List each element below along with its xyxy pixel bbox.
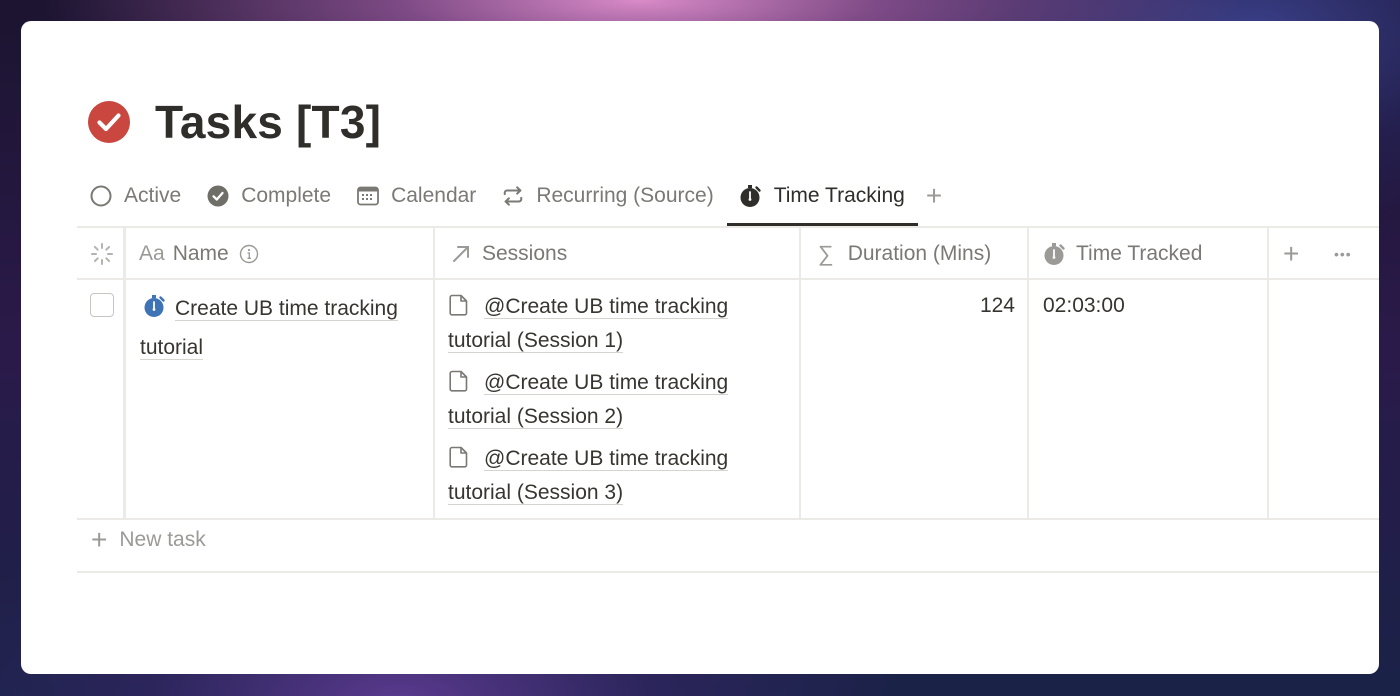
- column-label: Time Tracked: [1076, 241, 1203, 265]
- column-header-sessions[interactable]: Sessions: [450, 228, 567, 279]
- divider: [799, 226, 801, 520]
- more-options-button[interactable]: •••: [1334, 228, 1352, 279]
- tab-label: Recurring (Source): [536, 184, 714, 207]
- circle-outline-icon: [90, 185, 112, 207]
- tab-time-tracking[interactable]: Time Tracking: [726, 173, 918, 226]
- page-icon: [449, 446, 468, 468]
- select-all-toggle[interactable]: [89, 228, 115, 279]
- session-link[interactable]: @Create UB time tracking tutorial (Sessi…: [448, 366, 788, 434]
- sigma-icon: ∑: [818, 240, 834, 266]
- page-title[interactable]: Tasks [T3]: [155, 95, 381, 149]
- calendar-icon: [357, 185, 379, 207]
- divider: [77, 571, 1379, 573]
- session-link[interactable]: @Create UB time tracking tutorial (Sessi…: [448, 290, 788, 358]
- stopwatch-icon: [740, 185, 762, 207]
- loading-spinner-icon: [91, 242, 113, 265]
- view-tabs: Active Complete Calendar Recurring (Sour…: [77, 173, 1379, 226]
- column-header-duration[interactable]: ∑ Duration (Mins): [818, 228, 991, 279]
- new-task-label: New task: [119, 528, 206, 551]
- tab-active[interactable]: Active: [77, 173, 194, 219]
- duration-value[interactable]: 124: [801, 291, 1015, 321]
- database-page: Tasks [T3] Active Complete Calendar Recu…: [21, 21, 1379, 674]
- tab-calendar[interactable]: Calendar: [344, 173, 489, 219]
- divider: [1027, 226, 1029, 520]
- column-header-name[interactable]: Aa Name: [139, 228, 269, 279]
- check-circle-icon: [207, 185, 229, 207]
- repeat-icon: [502, 185, 524, 207]
- divider: [433, 226, 435, 520]
- tab-label: Time Tracking: [773, 184, 905, 207]
- tab-label: Calendar: [391, 184, 477, 207]
- tab-label: Complete: [241, 184, 332, 207]
- session-link-text: @Create UB time tracking tutorial (Sessi…: [448, 295, 729, 353]
- add-view-button[interactable]: +: [918, 173, 950, 219]
- tab-recurring-source[interactable]: Recurring (Source): [489, 173, 726, 219]
- page-header: Tasks [T3]: [87, 95, 381, 149]
- session-link-text: @Create UB time tracking tutorial (Sessi…: [448, 371, 729, 429]
- stopwatch-icon: [1044, 242, 1066, 266]
- column-label: Duration (Mins): [847, 241, 992, 265]
- time-tracked-value[interactable]: 02:03:00: [1043, 291, 1253, 321]
- tab-label: Active: [124, 184, 182, 207]
- new-task-button[interactable]: + New task: [91, 526, 206, 554]
- page-icon: [449, 294, 468, 316]
- table-row-name[interactable]: Create UB time tracking tutorial: [140, 291, 425, 366]
- empty-cell[interactable]: [1269, 280, 1379, 518]
- page-icon: [449, 370, 468, 392]
- session-link-text: @Create UB time tracking tutorial (Sessi…: [448, 447, 729, 505]
- stopwatch-blue-icon: [144, 294, 166, 330]
- divider: [123, 226, 126, 520]
- divider: [77, 518, 1379, 520]
- text-type-icon: Aa: [139, 241, 165, 265]
- task-name-link[interactable]: Create UB time tracking tutorial: [140, 297, 398, 360]
- row-checkbox[interactable]: [90, 293, 114, 317]
- column-header-time-tracked[interactable]: Time Tracked: [1044, 228, 1202, 279]
- column-label: Sessions: [482, 241, 568, 265]
- info-icon[interactable]: [239, 244, 259, 264]
- relation-arrow-icon: [450, 243, 472, 265]
- tab-complete[interactable]: Complete: [194, 173, 344, 219]
- plus-icon: +: [91, 524, 108, 555]
- checkmark-circle-icon[interactable]: [87, 100, 131, 144]
- table-row-sessions: @Create UB time tracking tutorial (Sessi…: [448, 290, 788, 518]
- add-column-button[interactable]: +: [1283, 228, 1299, 279]
- session-link[interactable]: @Create UB time tracking tutorial (Sessi…: [448, 442, 788, 510]
- column-label: Name: [172, 241, 229, 265]
